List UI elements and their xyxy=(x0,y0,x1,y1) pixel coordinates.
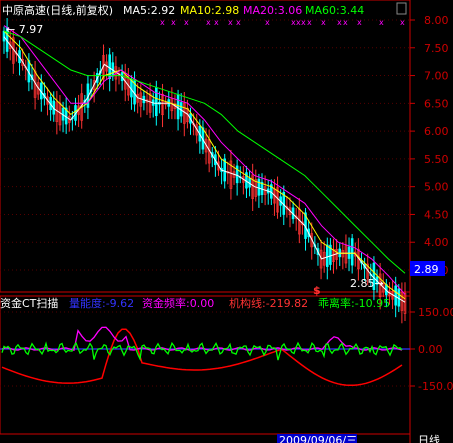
signal-x-marker: x xyxy=(301,18,306,27)
ma5-value: MA5:2.92 xyxy=(123,4,175,17)
signal-x-marker: x xyxy=(236,18,241,27)
high-price-label: ← 7.97 xyxy=(6,23,43,36)
stock-chart-window: 8.007.507.006.506.005.505.004.504.003.50… xyxy=(0,0,453,443)
institution-line-value: 机构线:-219.82 xyxy=(229,296,308,310)
institution-line xyxy=(1,328,403,387)
indicator-tick-label: 0.00 xyxy=(418,343,443,356)
price-tick-label: 8.00 xyxy=(424,14,449,27)
signal-x-marker: x xyxy=(160,18,165,27)
price-tick-label: 4.50 xyxy=(424,208,449,221)
candlesticks xyxy=(2,18,407,324)
indicator-lines xyxy=(1,326,403,387)
period-label: 日线 xyxy=(418,433,440,443)
ma-line-ma60 xyxy=(3,30,406,274)
candle-body xyxy=(347,246,351,259)
signal-x-marker: x xyxy=(307,18,312,27)
signal-x-marker: x xyxy=(228,18,233,27)
candle-body xyxy=(2,30,6,42)
indicator-tick-label: 150.00 xyxy=(418,306,453,319)
signal-x-marker: x xyxy=(357,18,362,27)
price-tick-label: 7.00 xyxy=(424,70,449,83)
indicator-tick-label: -150.00 xyxy=(418,380,453,393)
signal-x-marker: x xyxy=(343,18,348,27)
candle-body xyxy=(176,94,180,120)
signal-x-marker: x xyxy=(337,18,342,27)
volume-value: 量能度:-9.62 xyxy=(69,296,134,310)
signal-x-marker: x xyxy=(184,18,189,27)
current-price-label: 2.89 xyxy=(414,263,439,276)
fund-frequency-line xyxy=(1,326,403,352)
ma60-value: MA60:3.44 xyxy=(305,4,364,17)
signal-x-marker: x xyxy=(321,18,326,27)
price-tick-label: 6.50 xyxy=(424,97,449,110)
ma20-value: MA20:3.06 xyxy=(243,4,302,17)
candle-body xyxy=(155,87,158,117)
price-tick-label: 5.50 xyxy=(424,153,449,166)
low-price-label: 2.85→ xyxy=(350,277,384,290)
ma10-value: MA10:2.98 xyxy=(180,4,239,17)
candle-body xyxy=(325,244,329,267)
bias-line xyxy=(1,341,403,361)
price-tick-label: 5.00 xyxy=(424,181,449,194)
price-tick-label: 4.00 xyxy=(424,236,449,249)
signal-x-marker: x xyxy=(265,18,270,27)
candle-body xyxy=(394,285,397,306)
signal-x-marker: x xyxy=(171,18,176,27)
fund-frequency-value: 资金频率:0.00 xyxy=(142,296,214,310)
bias-value: 乖离率:-10.95 xyxy=(318,296,390,310)
cursor-date: 2009/09/06/三 xyxy=(279,434,357,443)
signal-x-marker: x xyxy=(379,18,384,27)
price-tick-label: 7.50 xyxy=(424,42,449,55)
signal-x-markers: xxxxxxxxxxxxxxxxxx xyxy=(160,18,405,27)
signal-x-marker: x xyxy=(214,18,219,27)
price-axis-labels: 8.007.507.006.506.005.505.004.504.003.50 xyxy=(410,14,449,277)
signal-x-marker: x xyxy=(400,18,405,27)
buy-signal-marker: $ xyxy=(313,284,321,297)
signal-x-marker: x xyxy=(206,18,211,27)
indicator-panel xyxy=(0,295,411,435)
candle-body xyxy=(257,178,261,196)
stock-name: 中原高速(日线,前复权) xyxy=(2,3,113,17)
indicator-title: 资金CT扫描 xyxy=(0,296,58,310)
window-toggle-icon[interactable] xyxy=(396,2,407,15)
price-tick-label: 6.00 xyxy=(424,125,449,138)
candle-body xyxy=(350,238,354,266)
indicator-axis-labels: 150.00 0.00 -150.00 xyxy=(410,306,453,393)
